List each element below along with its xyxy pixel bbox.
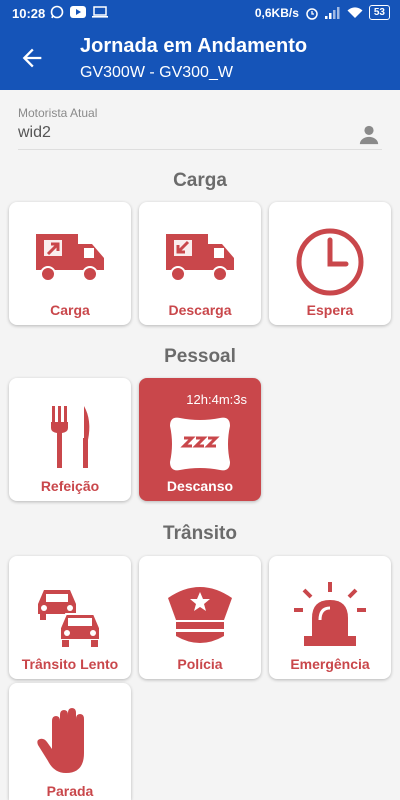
descanso-timer: 12h:4m:3s <box>186 392 247 407</box>
descarga-button[interactable]: Descarga <box>139 202 261 325</box>
fork-knife-icon <box>51 406 90 468</box>
section-pessoal-title: Pessoal <box>164 346 236 367</box>
whatsapp-icon <box>50 5 64 19</box>
alarm-icon <box>306 7 318 20</box>
clock-icon <box>296 228 364 296</box>
stop-hand-icon <box>37 708 84 773</box>
policia-label: Polícia <box>177 656 223 672</box>
refeicao-button[interactable]: Refeição <box>9 378 131 501</box>
page-title: Jornada em Andamento <box>80 35 308 57</box>
status-bar: 10:28 0,6KB/s 53 <box>0 0 400 26</box>
espera-button[interactable]: Espera <box>269 202 391 325</box>
status-time: 10:28 <box>12 6 46 21</box>
section-carga-title: Carga <box>173 170 227 191</box>
driver-value: wid2 <box>18 124 51 141</box>
descanso-label: Descanso <box>166 478 234 494</box>
truck-unload-icon <box>166 234 234 282</box>
police-cap-icon <box>168 587 232 643</box>
descanso-button[interactable]: 12h:4m:3s Descanso <box>139 378 261 501</box>
transito-lento-label: Trânsito Lento <box>21 656 119 672</box>
emergencia-button[interactable]: Emergência <box>269 556 391 679</box>
section-transito-title: Trânsito <box>163 523 237 544</box>
traffic-cars-icon <box>38 590 101 647</box>
person-icon <box>359 125 379 145</box>
net-speed: 0,6KB/s <box>254 5 299 20</box>
wifi-icon <box>347 6 363 18</box>
espera-label: Espera <box>306 302 354 318</box>
page-subtitle: GV300W - GV300_W <box>80 64 233 81</box>
policia-button[interactable]: Polícia <box>139 556 261 679</box>
youtube-icon <box>70 6 86 18</box>
app-bar: Jornada em Andamento GV300W - GV300_W <box>0 26 400 90</box>
parada-button[interactable]: Parada <box>9 683 131 800</box>
siren-icon <box>294 582 366 646</box>
parada-label: Parada <box>46 783 94 799</box>
refeicao-label: Refeição <box>40 478 100 494</box>
pillow-sleep-icon <box>170 417 230 471</box>
descarga-label: Descarga <box>168 302 232 318</box>
carga-label: Carga <box>50 302 90 318</box>
signal-icon <box>324 6 340 19</box>
transito-lento-button[interactable]: Trânsito Lento <box>9 556 131 679</box>
driver-label: Motorista Atual <box>18 106 98 120</box>
truck-load-icon <box>36 234 104 282</box>
back-arrow-icon[interactable] <box>18 44 46 72</box>
emergencia-label: Emergência <box>290 656 370 672</box>
carga-button[interactable]: Carga <box>9 202 131 325</box>
laptop-icon <box>92 6 108 18</box>
battery-indicator: 53 <box>368 5 390 20</box>
current-driver-field[interactable]: Motorista Atual wid2 <box>18 106 382 150</box>
